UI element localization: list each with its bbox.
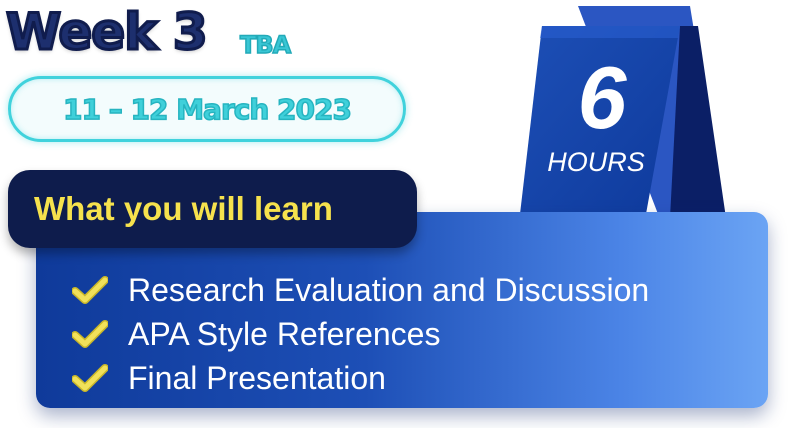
topic-item: APA Style References: [72, 312, 649, 356]
topic-label: APA Style References: [128, 315, 441, 352]
topic-item: Research Evaluation and Discussion: [72, 268, 649, 312]
check-icon: [72, 320, 108, 348]
topic-label: Research Evaluation and Discussion: [128, 271, 650, 308]
date-pill: 11 – 12 March 2023: [8, 76, 406, 142]
hours-number: 6: [577, 48, 627, 147]
topic-list: Research Evaluation and Discussion APA S…: [72, 268, 649, 400]
week-title: Week 3: [5, 2, 210, 63]
venue-tag: TBA: [239, 30, 292, 60]
check-icon: [72, 276, 108, 304]
topic-item: Final Presentation: [72, 356, 649, 400]
date-range: 11 – 12 March 2023: [62, 92, 352, 127]
topic-label: Final Presentation: [128, 359, 386, 396]
hours-unit: HOURS: [547, 147, 645, 177]
learn-heading: What you will learn: [34, 190, 333, 227]
learn-heading-badge: What you will learn: [8, 170, 417, 248]
check-icon: [72, 364, 108, 392]
